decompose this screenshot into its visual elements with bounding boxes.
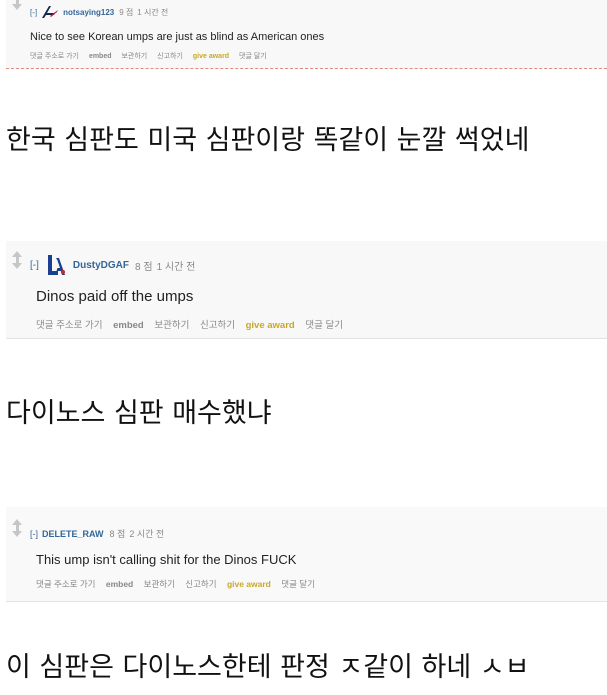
collapse-toggle[interactable]: [-]: [30, 8, 37, 17]
comment-tagline: [-] DustyDGAF 8 점 1 시간 전: [30, 254, 195, 276]
comment-card: [-] DustyDGAF 8 점 1 시간 전 Dinos paid off …: [6, 241, 607, 339]
give-award-link[interactable]: give award: [193, 53, 229, 60]
reply-link[interactable]: 댓글 달기: [239, 53, 267, 60]
downvote-arrow-icon[interactable]: [12, 4, 22, 10]
reply-link[interactable]: 댓글 달기: [281, 579, 315, 589]
comment-score: 8 점: [135, 261, 153, 273]
save-link[interactable]: 보관하기: [144, 579, 175, 589]
vote-arrows: [10, 0, 24, 10]
comment-tagline: [-] notsaying123 9 점 1 시간 전: [30, 5, 168, 19]
comment-body: This ump isn't calling shit for the Dino…: [36, 552, 297, 567]
vote-arrows: [10, 251, 24, 269]
save-link[interactable]: 보관하기: [154, 320, 189, 331]
downvote-arrow-icon[interactable]: [12, 531, 22, 537]
comment-actions: 댓글 주소로 가기 embed 보관하기 신고하기 give award 댓글 …: [36, 578, 323, 590]
braves-logo-icon: [41, 5, 59, 19]
collapse-toggle[interactable]: [-]: [30, 529, 38, 539]
report-link[interactable]: 신고하기: [157, 53, 183, 60]
embed-link[interactable]: embed: [113, 320, 144, 331]
permalink-link[interactable]: 댓글 주소로 가기: [36, 320, 102, 331]
report-link[interactable]: 신고하기: [200, 320, 235, 331]
translation-caption: 이 심판은 다이노스한테 판정 ㅈ같이 하네 ㅅㅂ: [6, 652, 530, 683]
comment-body: Nice to see Korean umps are just as blin…: [30, 31, 325, 43]
give-award-link[interactable]: give award: [227, 579, 271, 589]
comment-body: Dinos paid off the umps: [36, 288, 194, 305]
report-link[interactable]: 신고하기: [185, 579, 216, 589]
reply-link[interactable]: 댓글 달기: [305, 320, 343, 331]
translation-caption: 다이노스 심판 매수했냐: [6, 398, 272, 429]
dodgers-logo-icon: [45, 254, 67, 276]
permalink-link[interactable]: 댓글 주소로 가기: [30, 53, 79, 60]
comment-card: [-] notsaying123 9 점 1 시간 전 Nice to see …: [6, 0, 607, 69]
permalink-link[interactable]: 댓글 주소로 가기: [36, 579, 95, 589]
comment-author[interactable]: DustyDGAF: [73, 260, 129, 271]
vote-arrows: [10, 519, 24, 537]
comment-actions: 댓글 주소로 가기 embed 보관하기 신고하기 give award 댓글 …: [36, 317, 351, 331]
comment-author[interactable]: notsaying123: [63, 8, 114, 17]
comment-card: [-] DELETE_RAW 8 점 2 시간 전 This ump isn't…: [6, 507, 607, 602]
translation-caption: 한국 심판도 미국 심판이랑 똑같이 눈깔 썩었네: [6, 125, 530, 156]
comment-score: 9 점: [119, 7, 134, 17]
comment-actions: 댓글 주소로 가기 embed 보관하기 신고하기 give award 댓글 …: [30, 51, 275, 61]
comment-author[interactable]: DELETE_RAW: [42, 529, 104, 539]
save-link[interactable]: 보관하기: [121, 53, 147, 60]
comment-tagline: [-] DELETE_RAW 8 점 2 시간 전: [30, 527, 164, 540]
comment-time: 1 시간 전: [137, 7, 169, 17]
embed-link[interactable]: embed: [106, 579, 133, 589]
embed-link[interactable]: embed: [89, 53, 112, 60]
give-award-link[interactable]: give award: [246, 320, 295, 331]
downvote-arrow-icon[interactable]: [12, 263, 22, 269]
collapse-toggle[interactable]: [-]: [30, 260, 39, 271]
comment-time: 2 시간 전: [129, 529, 165, 539]
comment-time: 1 시간 전: [156, 261, 196, 273]
comment-score: 8 점: [109, 529, 126, 539]
